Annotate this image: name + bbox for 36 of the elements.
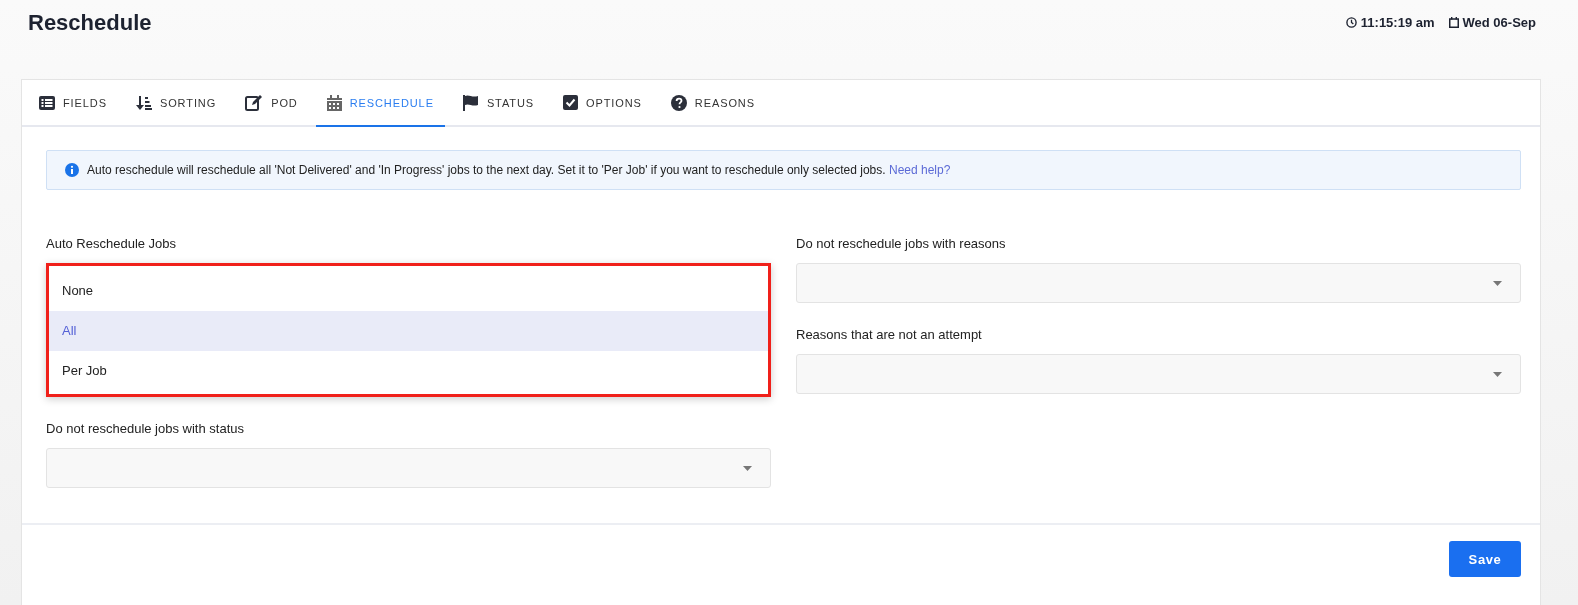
tab[interactable]: POD (234, 80, 309, 127)
menu-option[interactable]: All (49, 311, 768, 351)
help-icon (670, 94, 687, 111)
tab[interactable]: FIELDS (28, 80, 118, 127)
list-icon (39, 95, 55, 110)
checkbox-icon (563, 95, 579, 110)
field-label: Do not reschedule jobs with status (46, 421, 245, 436)
caret-icon (1493, 371, 1502, 377)
save-button[interactable]: Save (1449, 541, 1521, 577)
current-date: Wed 06-Sep (1462, 15, 1536, 30)
clock-icon (1345, 17, 1357, 28)
field-label: Reasons that are not an attempt (796, 327, 983, 342)
dropdown-select[interactable] (46, 448, 771, 488)
dropdown-select[interactable] (796, 263, 1521, 303)
info-icon (65, 163, 79, 177)
menu-option[interactable]: Per Job (49, 351, 768, 391)
tab[interactable]: STATUS (451, 80, 546, 127)
field-label: Do not reschedule jobs with reasons (796, 236, 1007, 251)
tab[interactable]: SORTING (124, 80, 228, 127)
caret-icon (1493, 280, 1502, 286)
edit-icon (245, 94, 264, 111)
dropdown-select[interactable] (796, 354, 1521, 394)
flag-icon (462, 94, 479, 111)
menu-option[interactable]: None (49, 271, 768, 311)
page-title: Reschedule (28, 9, 152, 36)
calendar-icon (1448, 17, 1459, 28)
current-time: 11:15:19 am (1360, 15, 1435, 30)
tab[interactable]: RESCHEDULE (315, 80, 445, 127)
sort-icon (135, 94, 152, 111)
calendar-icon (326, 94, 342, 111)
field-label: Auto Reschedule Jobs (46, 236, 178, 251)
tab[interactable]: REASONS (659, 80, 766, 127)
caret-icon (743, 465, 752, 471)
info-message: Auto reschedule will reschedule all 'Not Delivered' and 'In Progress' jobs to the next day. Set it to 'Per Job' if you want to reschedule only selected jobs. Need help? (87, 163, 951, 177)
tab[interactable]: OPTIONS (552, 80, 653, 127)
help-link[interactable]: Need help? (888, 163, 951, 177)
